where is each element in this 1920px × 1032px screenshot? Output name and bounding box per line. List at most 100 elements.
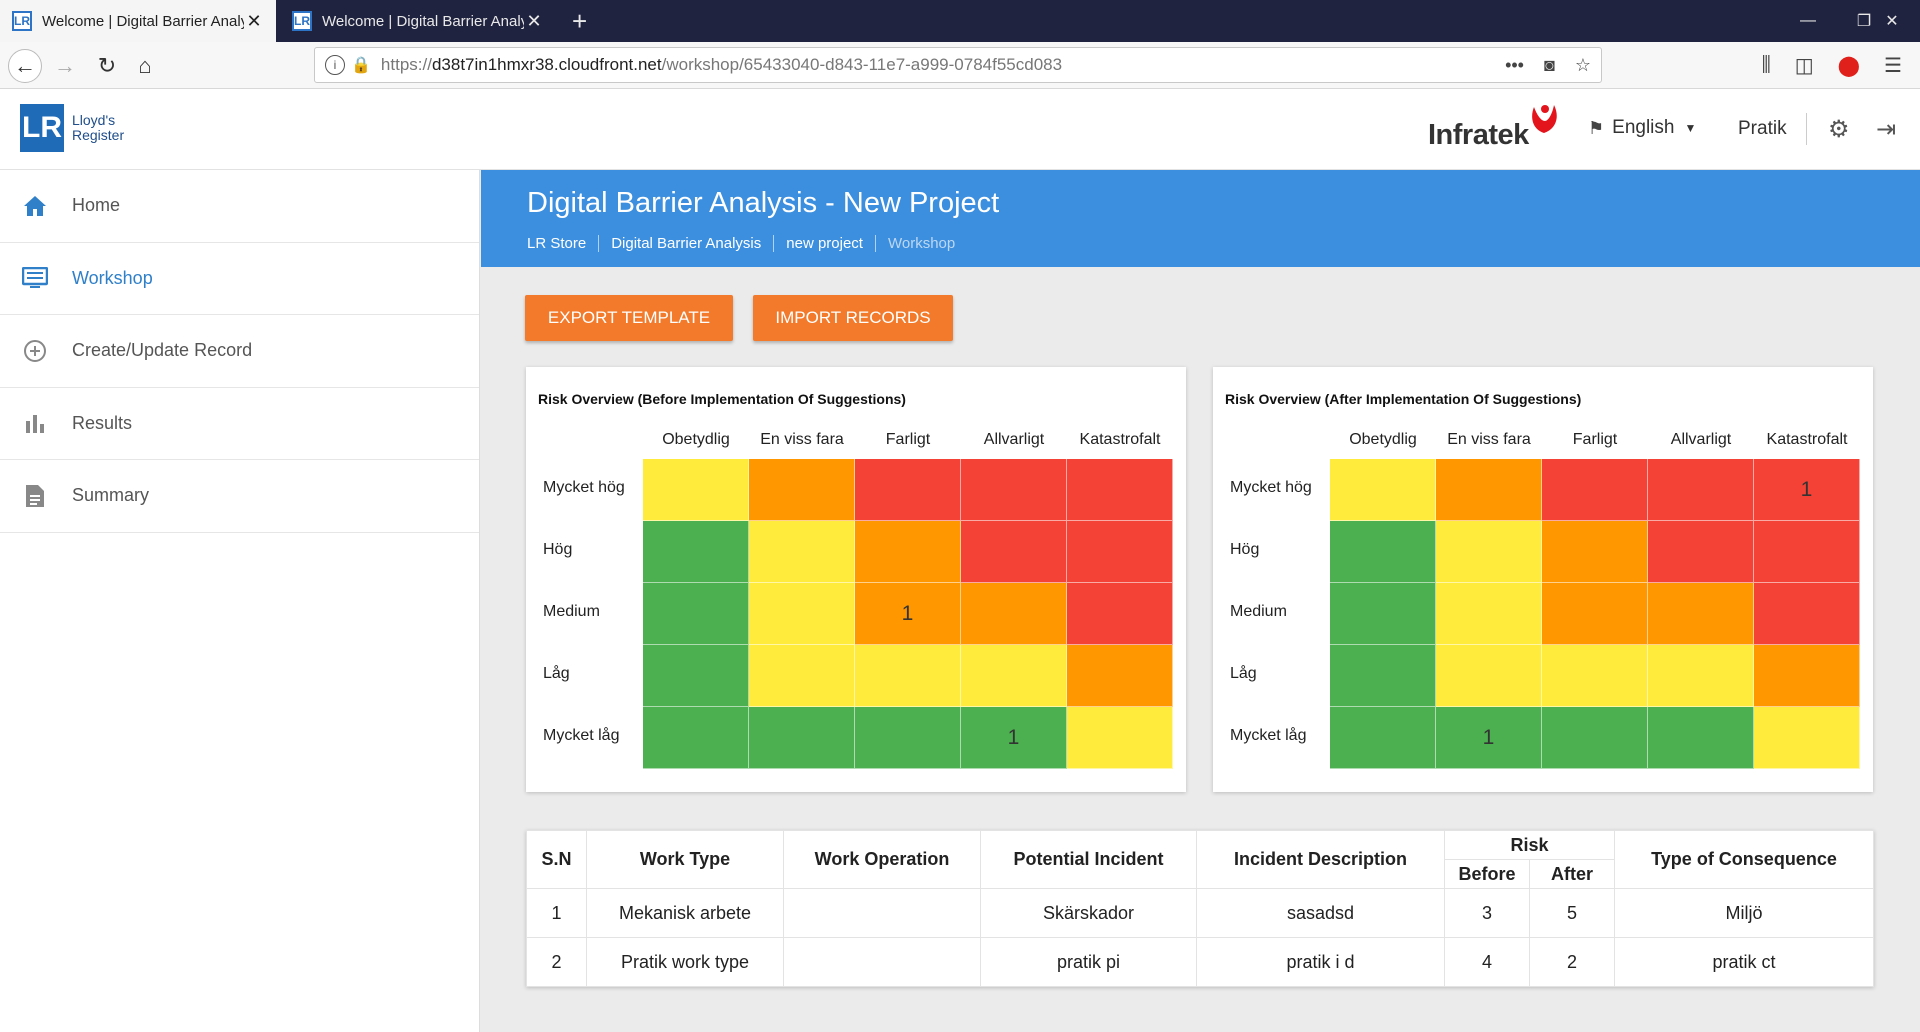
- matrix-cell[interactable]: [1542, 521, 1648, 583]
- browser-tab[interactable]: LR Welcome | Digital Barrier Analy ✕: [280, 0, 556, 42]
- home-icon: [22, 193, 48, 219]
- home-browser-icon[interactable]: ⌂: [128, 49, 162, 83]
- matrix-cell[interactable]: [1067, 583, 1173, 645]
- close-window-icon[interactable]: ✕: [1864, 0, 1920, 42]
- sidebar-item-create-update-record[interactable]: Create/Update Record: [0, 315, 479, 388]
- matrix-cell[interactable]: [855, 521, 961, 583]
- breadcrumb-item[interactable]: Digital Barrier Analysis: [598, 235, 773, 252]
- matrix-cell[interactable]: [1648, 707, 1754, 769]
- close-tab-icon[interactable]: ✕: [524, 11, 544, 32]
- logout-icon[interactable]: ⇥: [1876, 115, 1896, 144]
- matrix-cell[interactable]: [749, 583, 855, 645]
- matrix-cell[interactable]: [643, 645, 749, 707]
- matrix-cell[interactable]: [961, 645, 1067, 707]
- close-tab-icon[interactable]: ✕: [244, 11, 264, 32]
- export-template-button[interactable]: EXPORT TEMPLATE: [525, 295, 733, 341]
- address-bar[interactable]: i 🔒 https:// d38t7in1hmxr38.cloudfront.n…: [314, 47, 1602, 83]
- matrix-cell[interactable]: [855, 707, 961, 769]
- matrix-cell[interactable]: [749, 521, 855, 583]
- new-tab-icon[interactable]: +: [572, 6, 587, 36]
- lloyds-register-logo[interactable]: LR Lloyd's Register: [20, 104, 124, 152]
- sidebar-item-results[interactable]: Results: [0, 388, 479, 460]
- logo-text-line1: Lloyd's: [72, 112, 116, 128]
- matrix-cell[interactable]: [1330, 707, 1436, 769]
- matrix-cell[interactable]: [855, 459, 961, 521]
- settings-gear-icon[interactable]: ⚙: [1828, 115, 1850, 144]
- import-records-button[interactable]: IMPORT RECORDS: [753, 295, 953, 341]
- matrix-cell[interactable]: 1: [961, 707, 1067, 769]
- lr-favicon-icon: LR: [292, 11, 312, 31]
- matrix-cell[interactable]: [1067, 707, 1173, 769]
- back-arrow-icon[interactable]: ←: [8, 49, 42, 83]
- sidebar-item-label: Home: [72, 195, 121, 216]
- matrix-cell[interactable]: [1542, 707, 1648, 769]
- matrix-cell[interactable]: [643, 583, 749, 645]
- matrix-cell[interactable]: [749, 459, 855, 521]
- matrix-cell[interactable]: [749, 645, 855, 707]
- url-scheme: https://: [380, 55, 432, 74]
- matrix-cell[interactable]: [855, 645, 961, 707]
- matrix-cell[interactable]: [1648, 521, 1754, 583]
- pocket-icon[interactable]: ◙: [1544, 55, 1555, 76]
- matrix-cell[interactable]: [1330, 459, 1436, 521]
- matrix-cell[interactable]: [961, 583, 1067, 645]
- matrix-cell[interactable]: [643, 707, 749, 769]
- matrix-cell[interactable]: [1436, 521, 1542, 583]
- matrix-cell[interactable]: [643, 521, 749, 583]
- matrix-cell[interactable]: [1542, 583, 1648, 645]
- matrix-cell[interactable]: [1436, 459, 1542, 521]
- library-icon[interactable]: ⫼: [1762, 54, 1771, 77]
- more-actions-icon[interactable]: •••: [1505, 55, 1524, 76]
- language-selector[interactable]: ⚑ English ▼: [1588, 117, 1696, 139]
- matrix-cell[interactable]: [1648, 583, 1754, 645]
- matrix-cell[interactable]: [1754, 521, 1860, 583]
- cell-risk-after: 2: [1529, 937, 1615, 987]
- cell-sn: 1: [526, 888, 587, 938]
- matrix-cell[interactable]: 1: [1436, 707, 1542, 769]
- forward-arrow-icon[interactable]: →: [48, 49, 82, 83]
- matrix-cell[interactable]: [961, 521, 1067, 583]
- matrix-cell[interactable]: [1436, 583, 1542, 645]
- matrix-cell[interactable]: [961, 459, 1067, 521]
- breadcrumb-item[interactable]: new project: [773, 235, 875, 252]
- minimize-icon[interactable]: —: [1780, 0, 1836, 42]
- matrix-column-header: Obetydlig: [1349, 431, 1417, 448]
- matrix-cell[interactable]: [1436, 645, 1542, 707]
- matrix-cell[interactable]: 1: [1754, 459, 1860, 521]
- extension-icon[interactable]: ⬤: [1838, 53, 1860, 78]
- sidebar-toggle-icon[interactable]: ◫: [1795, 53, 1814, 78]
- matrix-cell[interactable]: [1067, 459, 1173, 521]
- sidebar-item-workshop[interactable]: Workshop: [0, 243, 479, 315]
- matrix-row-header: Mycket låg: [1230, 727, 1307, 744]
- matrix-column-header: Katastrofalt: [1079, 431, 1161, 448]
- table-row[interactable]: 1 Mekanisk arbete Skärskador sasadsd 3 5…: [526, 888, 1874, 938]
- matrix-cell[interactable]: [1754, 645, 1860, 707]
- menu-icon[interactable]: ☰: [1884, 53, 1902, 78]
- matrix-cell[interactable]: [1330, 645, 1436, 707]
- matrix-cell[interactable]: [1754, 583, 1860, 645]
- user-name[interactable]: Pratik: [1738, 118, 1787, 140]
- matrix-cell[interactable]: [1330, 583, 1436, 645]
- reload-icon[interactable]: ↻: [90, 49, 124, 83]
- sidebar-item-home[interactable]: Home: [0, 170, 479, 243]
- matrix-cell[interactable]: [1648, 645, 1754, 707]
- breadcrumb-item[interactable]: LR Store: [527, 235, 598, 252]
- matrix-cell[interactable]: [1542, 645, 1648, 707]
- info-icon[interactable]: i: [325, 55, 345, 75]
- matrix-column-header: Farligt: [885, 431, 931, 448]
- matrix-cell[interactable]: [1067, 645, 1173, 707]
- cell-risk-before: 4: [1444, 937, 1530, 987]
- matrix-cell[interactable]: 1: [855, 583, 961, 645]
- matrix-cell[interactable]: [1648, 459, 1754, 521]
- table-row[interactable]: 2 Pratik work type pratik pi pratik i d …: [526, 937, 1874, 987]
- sidebar-item-summary[interactable]: Summary: [0, 460, 479, 533]
- matrix-cell[interactable]: [643, 459, 749, 521]
- matrix-cell[interactable]: [1067, 521, 1173, 583]
- cell-potential-incident: pratik pi: [980, 937, 1197, 987]
- matrix-cell[interactable]: [1754, 707, 1860, 769]
- browser-tab-active[interactable]: LR Welcome | Digital Barrier Analy ✕: [0, 0, 276, 42]
- matrix-cell[interactable]: [1542, 459, 1648, 521]
- matrix-cell[interactable]: [1330, 521, 1436, 583]
- bookmark-star-icon[interactable]: ☆: [1575, 55, 1591, 76]
- matrix-cell[interactable]: [749, 707, 855, 769]
